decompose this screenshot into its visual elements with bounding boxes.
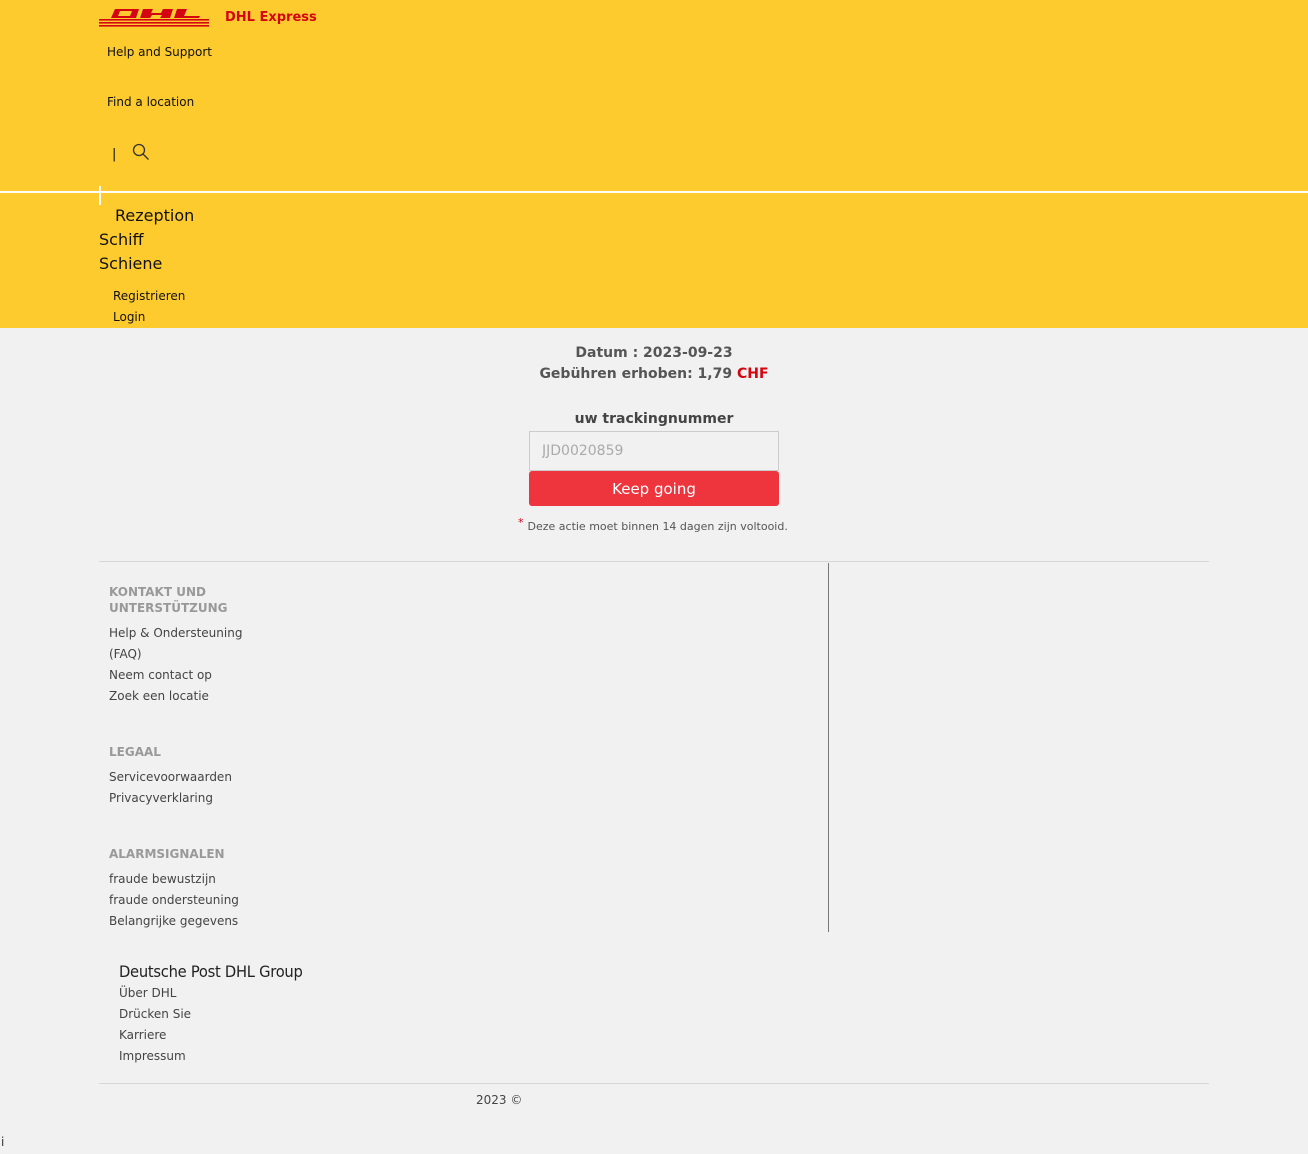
separator: |	[112, 146, 117, 162]
footer-link-contact[interactable]: Neem contact op	[109, 668, 212, 682]
search-icon[interactable]	[132, 143, 150, 165]
fee-line: Gebühren erhoben: 1,79 CHF	[0, 366, 1308, 382]
login-link[interactable]: Login	[113, 310, 145, 324]
footer-link-fraud-awareness[interactable]: fraude bewustzijn	[109, 872, 216, 886]
keep-going-button[interactable]: Keep going	[529, 471, 779, 506]
footer-link-terms[interactable]: Servicevoorwaarden	[109, 770, 232, 784]
tracking-label: uw trackingnummer	[574, 411, 734, 427]
nav-item-schiff[interactable]: Schiff	[99, 230, 144, 249]
footer-divider	[99, 561, 1209, 562]
corner-text: i	[1, 1135, 5, 1149]
deadline-note: * Deze actie moet binnen 14 dagen zijn vo…	[518, 516, 788, 533]
divider-tick	[99, 186, 101, 205]
footer-link-fraud-support[interactable]: fraude ondersteuning	[109, 893, 239, 907]
footer-link-important-data[interactable]: Belangrijke gegevens	[109, 914, 238, 928]
nav-item-schiene[interactable]: Schiene	[99, 254, 162, 273]
dhl-logo-icon[interactable]	[99, 6, 209, 28]
brand-name: DHL Express	[225, 10, 317, 25]
contact-heading: KONTAKT UND UNTERSTÜTZUNG	[109, 584, 228, 616]
bottom-divider	[99, 1083, 1209, 1084]
footer-link-help[interactable]: Help & Ondersteuning	[109, 626, 242, 640]
group-link-careers[interactable]: Karriere	[119, 1028, 166, 1042]
footer-link-faq[interactable]: (FAQ)	[109, 647, 142, 661]
search-row: |	[112, 143, 150, 165]
required-star: *	[518, 516, 524, 529]
fee-amount: Gebühren erhoben: 1,79	[539, 366, 737, 382]
site-header: DHL Express Help and Support Find a loca…	[0, 0, 1308, 328]
header-divider	[0, 191, 1308, 193]
fee-currency: CHF	[736, 366, 769, 382]
footer-column-divider	[828, 563, 829, 932]
group-link-press[interactable]: Drücken Sie	[119, 1007, 191, 1021]
legal-heading: LEGAAL	[109, 745, 161, 759]
group-link-imprint[interactable]: Impressum	[119, 1049, 186, 1063]
note-text: Deze actie moet binnen 14 dagen zijn vol…	[527, 520, 788, 533]
contact-heading-line-2: UNTERSTÜTZUNG	[109, 601, 228, 615]
alarm-heading: ALARMSIGNALEN	[109, 847, 225, 861]
register-link[interactable]: Registrieren	[113, 289, 185, 303]
copyright: 2023 ©	[476, 1093, 523, 1107]
contact-heading-line-1: KONTAKT UND	[109, 585, 206, 599]
group-logo[interactable]: Deutsche Post DHL Group	[119, 962, 303, 981]
date-line: Datum : 2023-09-23	[575, 345, 733, 361]
nav-item-rezeption[interactable]: Rezeption	[115, 206, 194, 225]
find-location-link[interactable]: Find a location	[107, 95, 194, 109]
tracking-input[interactable]	[529, 431, 779, 471]
footer-link-location[interactable]: Zoek een locatie	[109, 689, 209, 703]
group-link-about[interactable]: Über DHL	[119, 986, 176, 1000]
footer-link-privacy[interactable]: Privacyverklaring	[109, 791, 213, 805]
help-support-link[interactable]: Help and Support	[107, 45, 212, 59]
